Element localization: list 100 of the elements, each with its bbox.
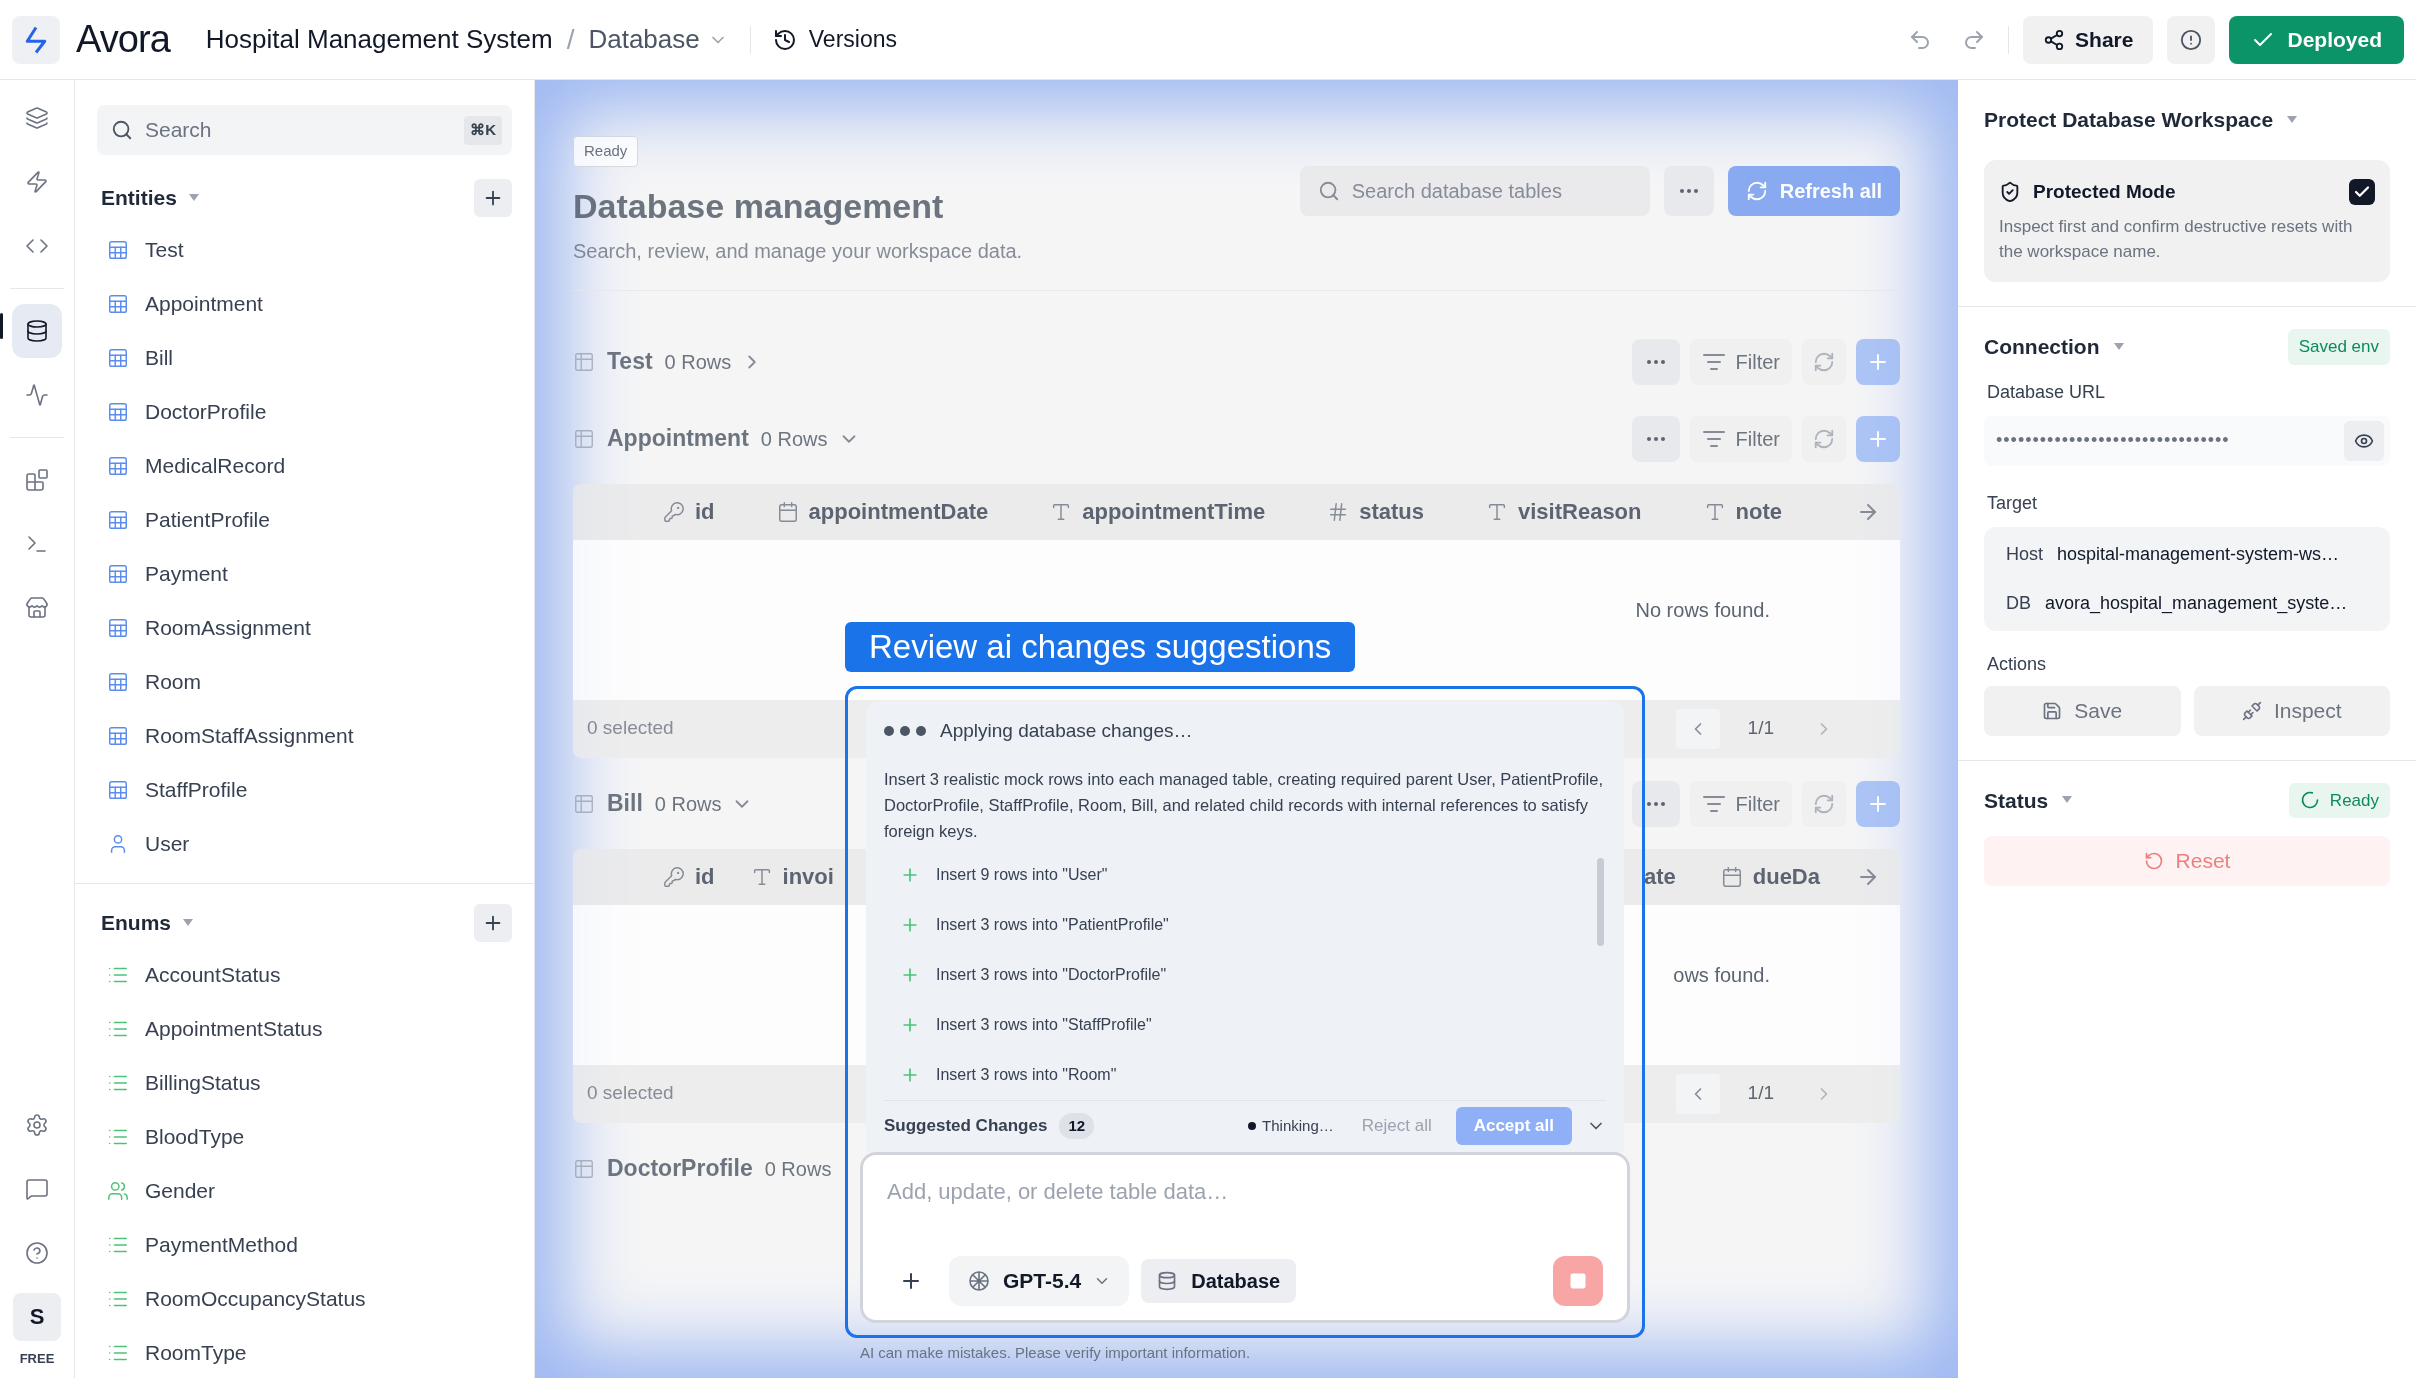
masked-value: •••••••••••••••••••••••••••••••• xyxy=(1996,429,2231,452)
column-header: visitReason xyxy=(1518,498,1642,526)
page-indicator: 1/1 xyxy=(1747,1081,1774,1106)
typing-dots-icon xyxy=(884,726,928,737)
blocks-icon xyxy=(25,468,49,492)
database-url-field[interactable]: •••••••••••••••••••••••••••••••• xyxy=(1984,415,2390,466)
sidebar-item[interactable]: RoomAssignment xyxy=(75,601,534,655)
caret-icon xyxy=(188,194,199,202)
sidebar-item[interactable]: Payment xyxy=(75,547,534,601)
stop-icon xyxy=(1569,1272,1587,1290)
page-dropdown[interactable]: Database xyxy=(588,20,728,59)
activity-icon xyxy=(25,383,49,407)
sidebar-item[interactable]: AccountStatus xyxy=(75,948,534,1002)
help-icon xyxy=(25,1240,49,1265)
sidebar-item[interactable]: BloodType xyxy=(75,1110,534,1164)
sidebar-item[interactable]: Room xyxy=(75,655,534,709)
section-title: Status xyxy=(1984,787,2049,814)
table-icon xyxy=(107,509,129,531)
section-title: Enums xyxy=(101,910,171,937)
table-icon xyxy=(107,725,129,747)
alert-icon xyxy=(2180,28,2203,51)
key-icon xyxy=(663,500,685,523)
table-icon xyxy=(107,293,129,315)
sidebar-item[interactable]: DoctorProfile xyxy=(75,385,534,439)
shortcut-badge: ⌘K xyxy=(464,116,502,145)
ellipsis-icon xyxy=(1646,436,1665,441)
plan-message: Insert 3 realistic mock rows into each managed table, creating required parent User, PatientProfile, DoctorProfile, StaffProfile, Room, Bill, and related child records with internal references to satisfy foreign keys. xyxy=(884,768,1605,842)
target-value: avora_hospital_management_syste… xyxy=(2045,591,2348,616)
refresh-button[interactable] xyxy=(1802,780,1846,827)
refresh-button[interactable] xyxy=(1802,415,1846,462)
sidebar-item[interactable]: RoomType xyxy=(75,1326,534,1378)
action-button[interactable]: Inspect xyxy=(2193,685,2390,736)
table-search-field[interactable]: Search database tables xyxy=(1299,166,1650,216)
empty-message: ows found. xyxy=(1673,962,1770,988)
sidebar-item[interactable]: BillingStatus xyxy=(75,1056,534,1110)
table-icon xyxy=(107,455,129,477)
column-header: id xyxy=(695,498,715,526)
calendar-icon xyxy=(776,500,799,523)
field-label: Actions xyxy=(1987,652,2048,676)
table-icon xyxy=(107,779,129,801)
saved-env-badge: Saved env xyxy=(2287,329,2390,365)
model-dropdown[interactable]: GPT-5.4 xyxy=(949,1256,1130,1306)
caret-icon xyxy=(183,919,193,927)
more-button[interactable] xyxy=(1631,780,1680,827)
review-label: Review ai changes suggestions xyxy=(845,622,1356,672)
add-row-button[interactable] xyxy=(1856,780,1900,827)
status-text: Applying database changes… xyxy=(940,719,1193,743)
more-button[interactable] xyxy=(1631,338,1680,385)
change-item: Insert 3 rows into "Room" xyxy=(936,1064,1117,1085)
table-icon xyxy=(573,792,595,815)
deploy-button[interactable]: Deployed xyxy=(2229,15,2404,64)
versions-button[interactable]: Versions xyxy=(772,22,897,57)
section-title: Protect Database Workspace xyxy=(1984,107,2274,133)
sidebar-item[interactable]: MedicalRecord xyxy=(75,439,534,493)
add-row-button[interactable] xyxy=(1856,415,1900,462)
share-button[interactable]: Share xyxy=(2023,15,2154,64)
checkbox[interactable] xyxy=(2349,178,2375,205)
show-password-button[interactable] xyxy=(2344,420,2384,461)
table-icon xyxy=(107,617,129,639)
column-header: ate xyxy=(1644,863,1676,891)
sidebar-item[interactable]: Test xyxy=(75,223,534,277)
add-button[interactable] xyxy=(474,904,512,942)
info-button[interactable] xyxy=(2167,15,2216,64)
chat-icon xyxy=(25,1176,49,1201)
refresh-button[interactable] xyxy=(1802,338,1846,385)
more-button[interactable] xyxy=(1631,415,1680,462)
sidebar-item[interactable]: User xyxy=(75,817,534,871)
target-key: DB xyxy=(2006,589,2031,617)
action-button[interactable]: Save xyxy=(1984,685,2181,736)
sidebar-item[interactable]: PaymentMethod xyxy=(75,1218,534,1272)
table-name: Bill xyxy=(607,789,643,819)
selection-count: 0 selected xyxy=(587,1081,674,1106)
caret-icon xyxy=(2113,342,2124,351)
add-button[interactable] xyxy=(474,179,512,217)
rail-button[interactable] xyxy=(12,304,62,358)
row-count: 0 Rows xyxy=(654,791,722,817)
account-avatar[interactable]: S xyxy=(13,1292,61,1341)
empty-message: No rows found. xyxy=(1635,597,1770,623)
users-icon xyxy=(107,1180,129,1202)
sidebar-item[interactable]: RoomOccupancyStatus xyxy=(75,1272,534,1326)
sidebar-item[interactable]: Bill xyxy=(75,331,534,385)
sidebar-item[interactable]: StaffProfile xyxy=(75,763,534,817)
table-icon xyxy=(107,401,129,423)
sidebar-item[interactable]: AppointmentStatus xyxy=(75,1002,534,1056)
sidebar-item[interactable]: RoomStaffAssignment xyxy=(75,709,534,763)
column-header: id xyxy=(695,863,715,891)
page-subtitle: Search, review, and manage your workspace data. xyxy=(573,238,1023,264)
context-chip[interactable]: Database xyxy=(1141,1259,1297,1303)
selection-count: 0 selected xyxy=(587,716,674,741)
row-count: 0 Rows xyxy=(760,426,828,452)
sidebar-item[interactable]: Appointment xyxy=(75,277,534,331)
prompt-input[interactable]: Add, update, or delete table data… xyxy=(887,1174,1603,1208)
sidebar-item[interactable]: Gender xyxy=(75,1164,534,1218)
stop-button[interactable] xyxy=(1553,1256,1603,1306)
refresh-icon xyxy=(1813,427,1835,450)
add-row-button[interactable] xyxy=(1856,338,1900,385)
section-title: Entities xyxy=(101,185,177,212)
calendar-icon xyxy=(1720,865,1743,888)
sidebar-item[interactable]: PatientProfile xyxy=(75,493,534,547)
table-icon xyxy=(107,671,129,693)
